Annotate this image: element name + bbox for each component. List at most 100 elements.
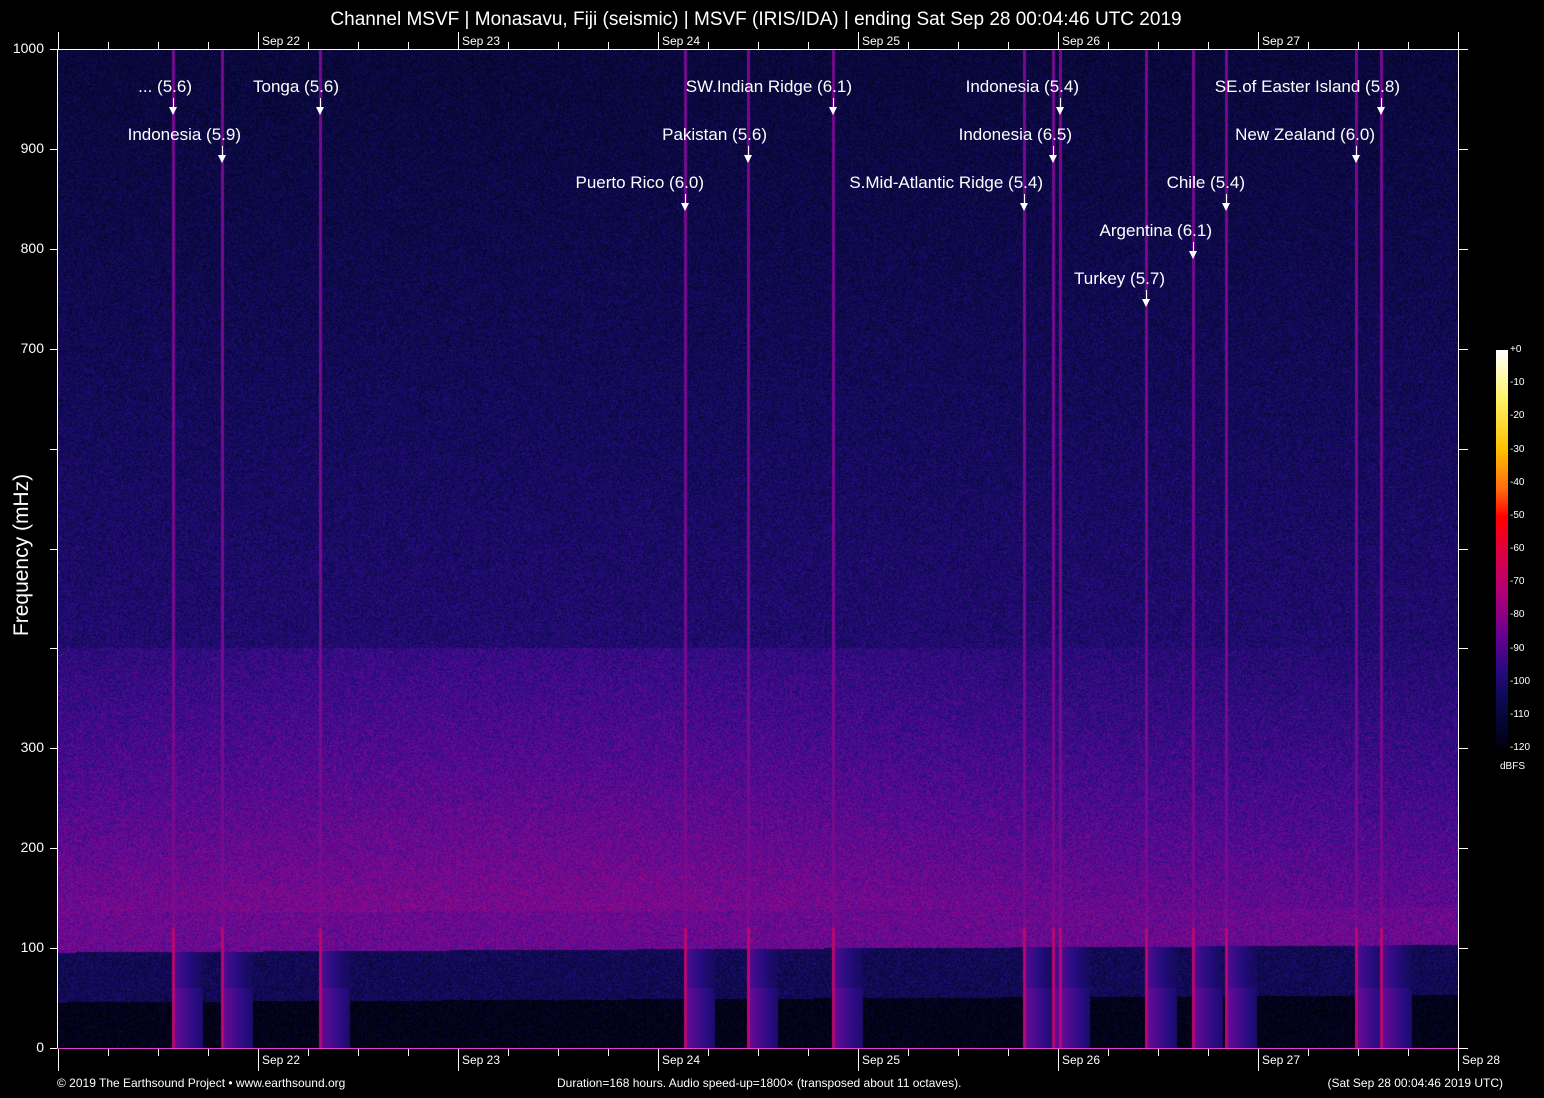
event-label: Indonesia (5.4) <box>966 77 1079 97</box>
colorbar <box>1496 350 1508 748</box>
footer-timestamp: (Sat Sep 28 00:04:46 2019 UTC) <box>1328 1076 1503 1090</box>
x-tick-top <box>508 42 509 49</box>
x-tick <box>608 1049 609 1056</box>
top-axis-line <box>57 49 1459 50</box>
colorbar-tick-label: -30 <box>1510 444 1524 455</box>
colorbar-tick-label: -100 <box>1510 676 1530 687</box>
y-tick <box>50 249 57 250</box>
x-tick-top <box>358 42 359 49</box>
x-tick <box>58 1049 59 1071</box>
event-label: SW.Indian Ridge (6.1) <box>686 77 852 97</box>
event-label: SE.of Easter Island (5.8) <box>1215 77 1400 97</box>
event-arrow-head <box>169 107 177 115</box>
x-tick <box>758 1049 759 1056</box>
x-tick <box>1458 1049 1459 1071</box>
x-tick <box>508 1049 509 1056</box>
y-tick-label: 200 <box>4 839 44 855</box>
event-arrow-head <box>1352 155 1360 163</box>
y-tick <box>50 1048 57 1049</box>
event-label: S.Mid-Atlantic Ridge (5.4) <box>849 173 1043 193</box>
y-tick-label: 100 <box>4 939 44 955</box>
x-tick-top <box>1108 42 1109 49</box>
x-tick-top <box>1008 42 1009 49</box>
x-tick <box>158 1049 159 1056</box>
x-tick-top <box>1158 42 1159 49</box>
x-tick <box>808 1049 809 1056</box>
event-arrow-head <box>1189 251 1197 259</box>
colorbar-tick-label: -110 <box>1510 709 1529 720</box>
x-tick-top <box>908 42 909 49</box>
event-arrow-head <box>829 107 837 115</box>
event-arrow-head <box>1020 203 1028 211</box>
x-tick-top <box>258 32 259 49</box>
event-label: New Zealand (6.0) <box>1235 125 1375 145</box>
colorbar-tick-label: +0 <box>1510 344 1521 355</box>
x-tick-top <box>1458 32 1459 49</box>
x-tick-top <box>758 42 759 49</box>
x-tick <box>258 1049 259 1071</box>
footer-duration: Duration=168 hours. Audio speed-up=1800×… <box>557 1076 961 1090</box>
event-arrow-head <box>1049 155 1057 163</box>
x-tick <box>1308 1049 1309 1056</box>
event-label: Indonesia (5.9) <box>128 125 241 145</box>
x-tick-label-top: Sep 23 <box>462 34 500 48</box>
x-tick-label: Sep 26 <box>1062 1053 1100 1067</box>
x-tick <box>358 1049 359 1056</box>
x-tick <box>1358 1049 1359 1056</box>
x-tick <box>658 1049 659 1071</box>
x-tick-label-top: Sep 26 <box>1062 34 1100 48</box>
x-tick-top <box>1258 32 1259 49</box>
y-tick-right <box>1459 449 1468 450</box>
y-tick <box>50 449 57 450</box>
x-tick <box>908 1049 909 1056</box>
colorbar-tick-label: -10 <box>1510 377 1524 388</box>
y-tick-label: 800 <box>4 240 44 256</box>
x-tick <box>408 1049 409 1056</box>
x-tick <box>958 1049 959 1056</box>
x-tick-top <box>108 42 109 49</box>
event-arrow-head <box>218 155 226 163</box>
x-tick-top <box>608 42 609 49</box>
event-label: Tonga (5.6) <box>253 77 339 97</box>
x-end-label: Sep 28 <box>1462 1053 1500 1067</box>
event-arrow-head <box>1222 203 1230 211</box>
event-arrow-head <box>1142 299 1150 307</box>
x-tick-top <box>308 42 309 49</box>
event-label: Indonesia (6.5) <box>959 125 1072 145</box>
x-tick-top <box>858 32 859 49</box>
y-tick <box>50 848 57 849</box>
x-tick-top <box>1408 42 1409 49</box>
event-arrow-head <box>1377 107 1385 115</box>
x-tick-top <box>1358 42 1359 49</box>
event-arrow-head <box>681 203 689 211</box>
colorbar-tick-label: -20 <box>1510 410 1524 421</box>
colorbar-tick-label: -90 <box>1510 643 1524 654</box>
colorbar-tick-label: -50 <box>1510 510 1524 521</box>
x-tick-top <box>558 42 559 49</box>
y-tick-right <box>1459 748 1468 749</box>
x-tick <box>558 1049 559 1056</box>
x-tick-top <box>658 32 659 49</box>
y-tick-label: 700 <box>4 340 44 356</box>
event-label: Chile (5.4) <box>1167 173 1245 193</box>
x-tick-top <box>1308 42 1309 49</box>
y-tick-label: 900 <box>4 140 44 156</box>
x-tick <box>708 1049 709 1056</box>
event-label: Argentina (6.1) <box>1100 221 1212 241</box>
x-tick-top <box>158 42 159 49</box>
y-tick <box>50 648 57 649</box>
y-tick-right <box>1459 249 1468 250</box>
event-label: Puerto Rico (6.0) <box>576 173 705 193</box>
x-tick <box>1058 1049 1059 1071</box>
x-tick-label: Sep 23 <box>462 1053 500 1067</box>
y-tick <box>50 748 57 749</box>
y-tick-right <box>1459 349 1468 350</box>
x-tick-label: Sep 25 <box>862 1053 900 1067</box>
colorbar-tick-label: -60 <box>1510 543 1524 554</box>
x-tick-label: Sep 24 <box>662 1053 700 1067</box>
x-tick <box>308 1049 309 1056</box>
y-tick-right <box>1459 648 1468 649</box>
y-tick <box>50 948 57 949</box>
y-tick <box>50 549 57 550</box>
y-axis-line <box>57 49 58 1049</box>
